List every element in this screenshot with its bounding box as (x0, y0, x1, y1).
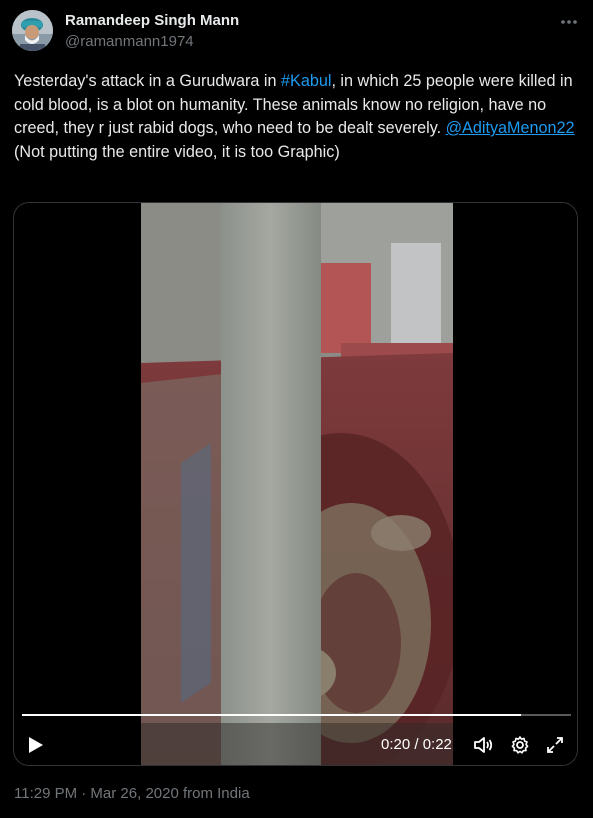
video-frame-image (141, 203, 453, 765)
avatar-image (12, 10, 53, 51)
progress-bar[interactable] (22, 714, 571, 716)
avatar[interactable] (12, 10, 53, 51)
video-time: 0:20 / 0:22 (381, 736, 452, 753)
more-icon (561, 20, 577, 24)
tweet-text: Yesterday's attack in a Gurudwara in #Ka… (14, 70, 579, 164)
progress-fill (22, 714, 522, 716)
hashtag-link[interactable]: #Kabul (281, 72, 331, 90)
volume-button[interactable] (473, 735, 495, 755)
mention-link[interactable]: @AdityaMenon22 (446, 119, 575, 137)
author-name[interactable]: Ramandeep Singh Mann (65, 12, 239, 29)
video-player[interactable]: 0:20 / 0:22 (13, 202, 578, 766)
fullscreen-icon (547, 737, 563, 753)
tweet-timestamp[interactable]: 11:29 PM · Mar 26, 2020 from India (14, 785, 250, 802)
fullscreen-button[interactable] (545, 735, 565, 755)
video-frame[interactable] (141, 203, 453, 765)
volume-icon (474, 737, 493, 753)
author-handle[interactable]: @ramanmann1974 (65, 33, 194, 50)
settings-button[interactable] (510, 735, 530, 755)
tweet-text-part-1: Yesterday's attack in a Gurudwara in (14, 72, 282, 90)
tweet-card: Ramandeep Singh Mann @ramanmann1974 Yest… (0, 0, 593, 818)
tweet-text-part-3: (Not putting the entire video, it is too… (14, 142, 340, 161)
play-icon (29, 737, 43, 753)
play-button[interactable] (27, 735, 45, 755)
settings-icon (511, 736, 529, 754)
more-button[interactable] (558, 12, 580, 32)
